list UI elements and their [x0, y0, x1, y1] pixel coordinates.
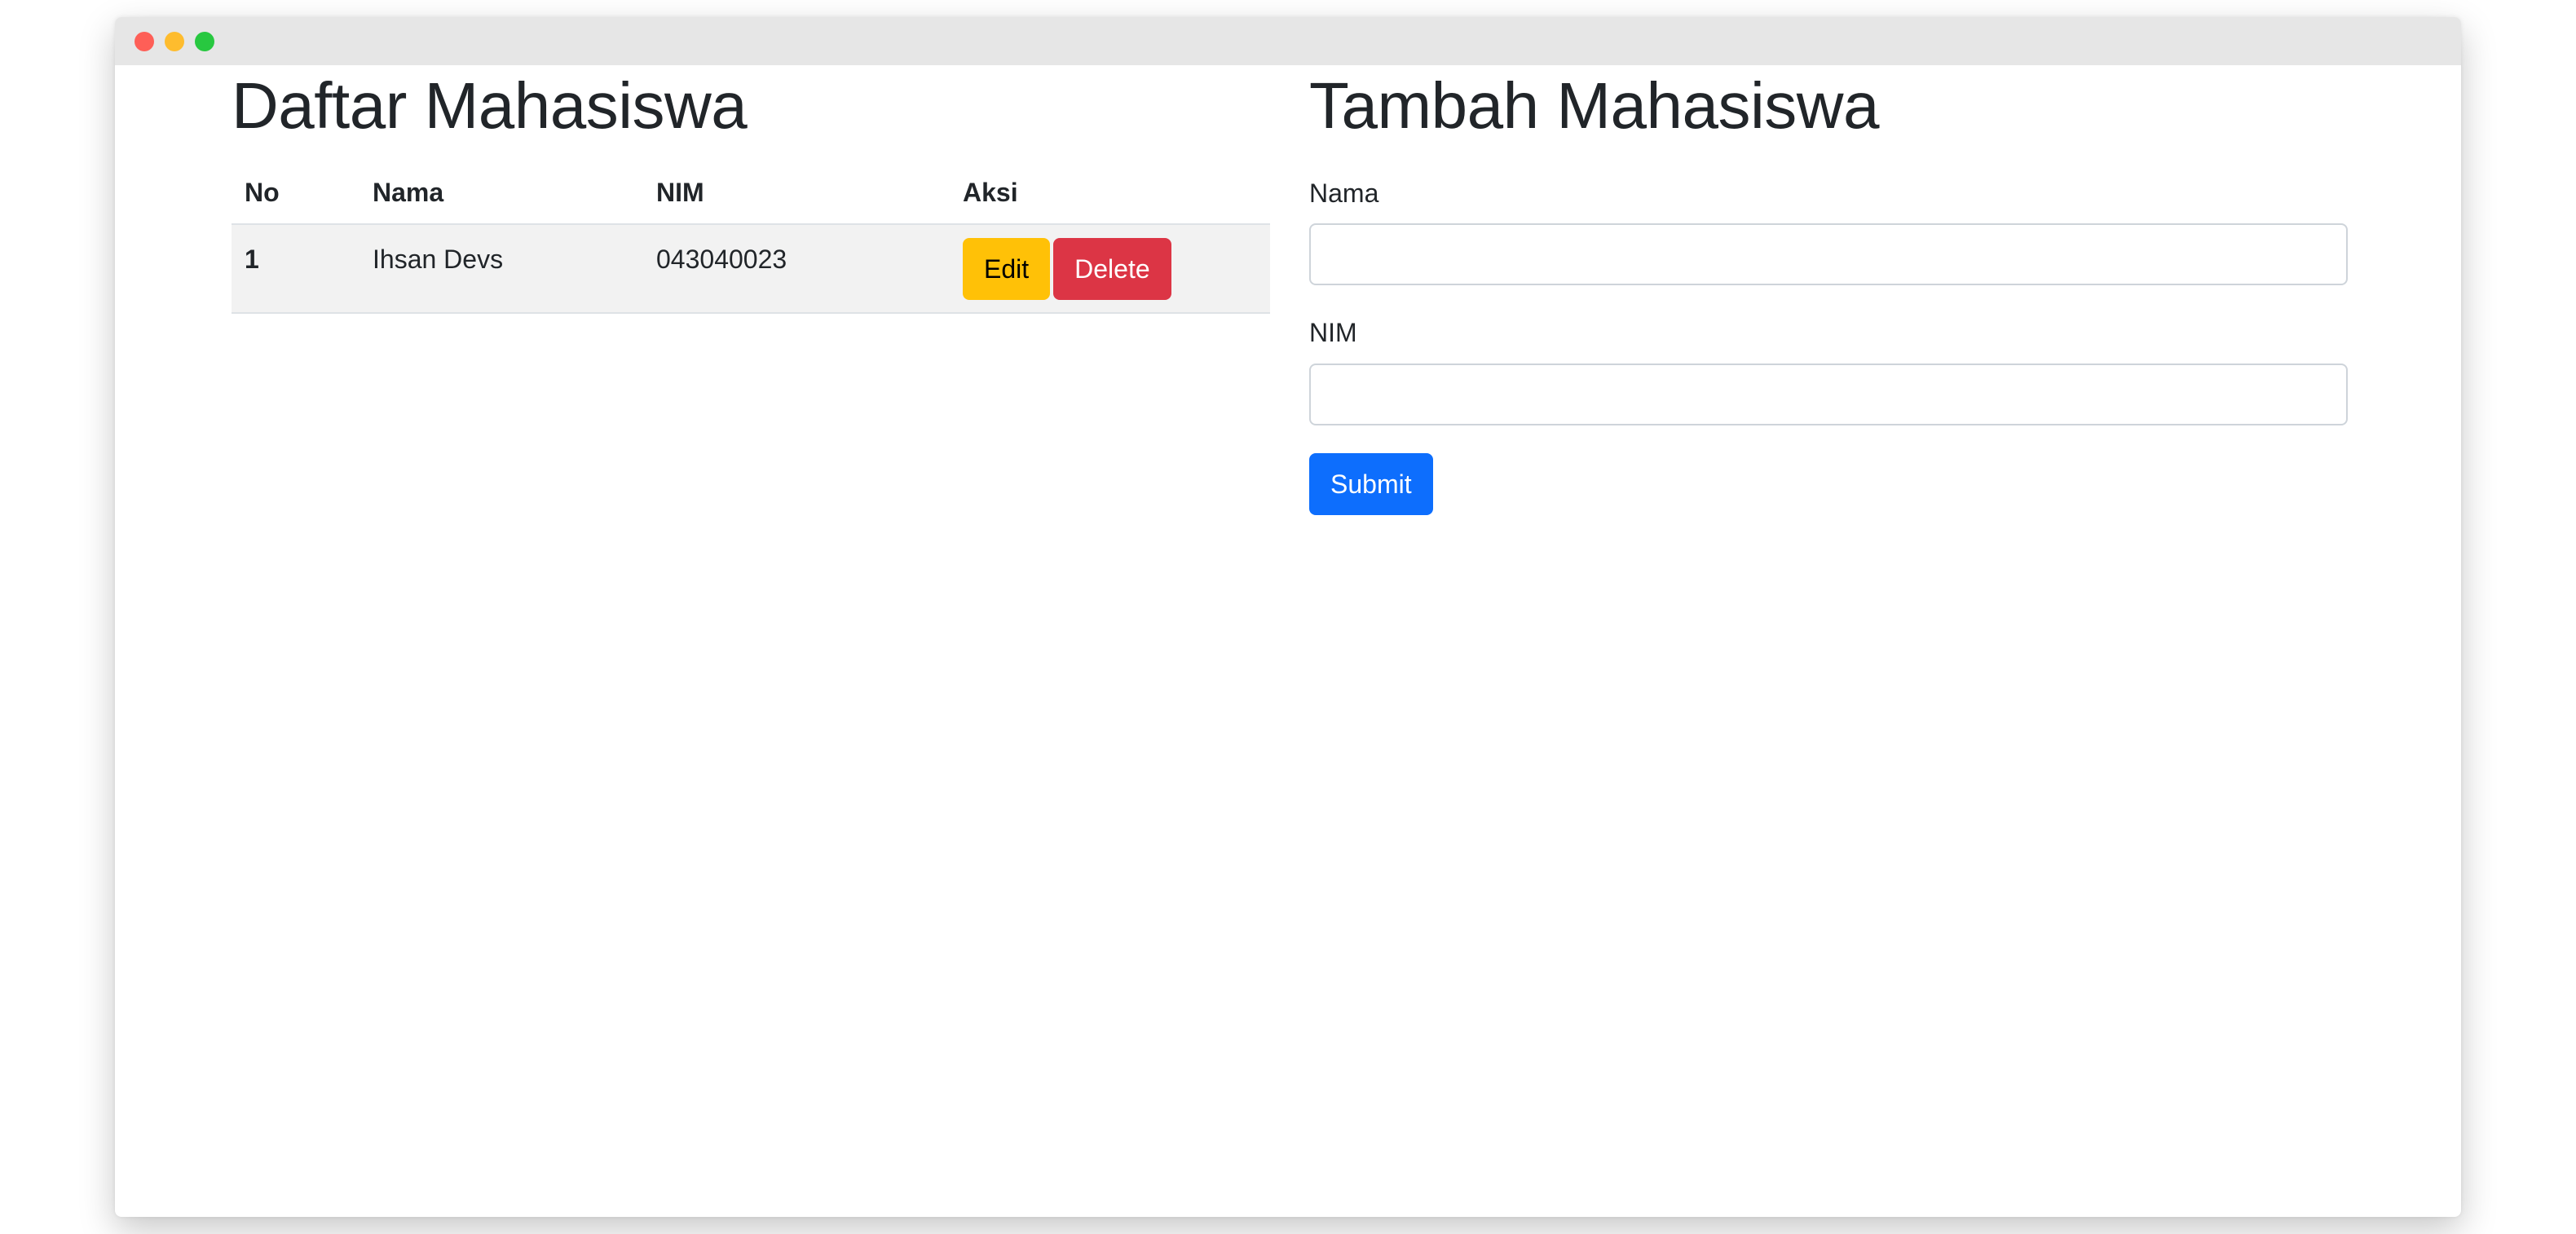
edit-button[interactable]: Edit: [963, 238, 1051, 300]
tambah-title: Tambah Mahasiswa: [1309, 69, 1880, 142]
nama-input[interactable]: [1309, 223, 2348, 285]
mahasiswa-table: No Nama NIM Aksi 1 Ihsan Devs 043040023 …: [232, 161, 1270, 314]
window-titlebar: [115, 17, 2461, 65]
column-header-no: No: [232, 161, 359, 225]
column-header-nama: Nama: [359, 161, 643, 225]
delete-button[interactable]: Delete: [1053, 238, 1171, 300]
nama-label: Nama: [1309, 178, 1379, 208]
browser-window: Daftar Mahasiswa No Nama NIM Aksi 1 Ihsa…: [115, 17, 2461, 1217]
daftar-title: Daftar Mahasiswa: [232, 69, 748, 142]
column-header-nim: NIM: [643, 161, 950, 225]
minimize-window-icon[interactable]: [165, 32, 184, 51]
close-window-icon[interactable]: [135, 32, 154, 51]
submit-button[interactable]: Submit: [1309, 453, 1433, 515]
nim-input[interactable]: [1309, 364, 2348, 425]
column-header-aksi: Aksi: [950, 161, 1270, 225]
page-content: Daftar Mahasiswa No Nama NIM Aksi 1 Ihsa…: [115, 65, 2461, 1217]
cell-nama: Ihsan Devs: [359, 224, 643, 314]
maximize-window-icon[interactable]: [195, 32, 214, 51]
table-header-row: No Nama NIM Aksi: [232, 161, 1270, 225]
cell-nim: 043040023: [643, 224, 950, 314]
nim-label: NIM: [1309, 318, 1357, 347]
cell-no: 1: [232, 224, 359, 314]
table-row: 1 Ihsan Devs 043040023 Edit Delete: [232, 224, 1270, 314]
cell-aksi: Edit Delete: [950, 224, 1270, 314]
